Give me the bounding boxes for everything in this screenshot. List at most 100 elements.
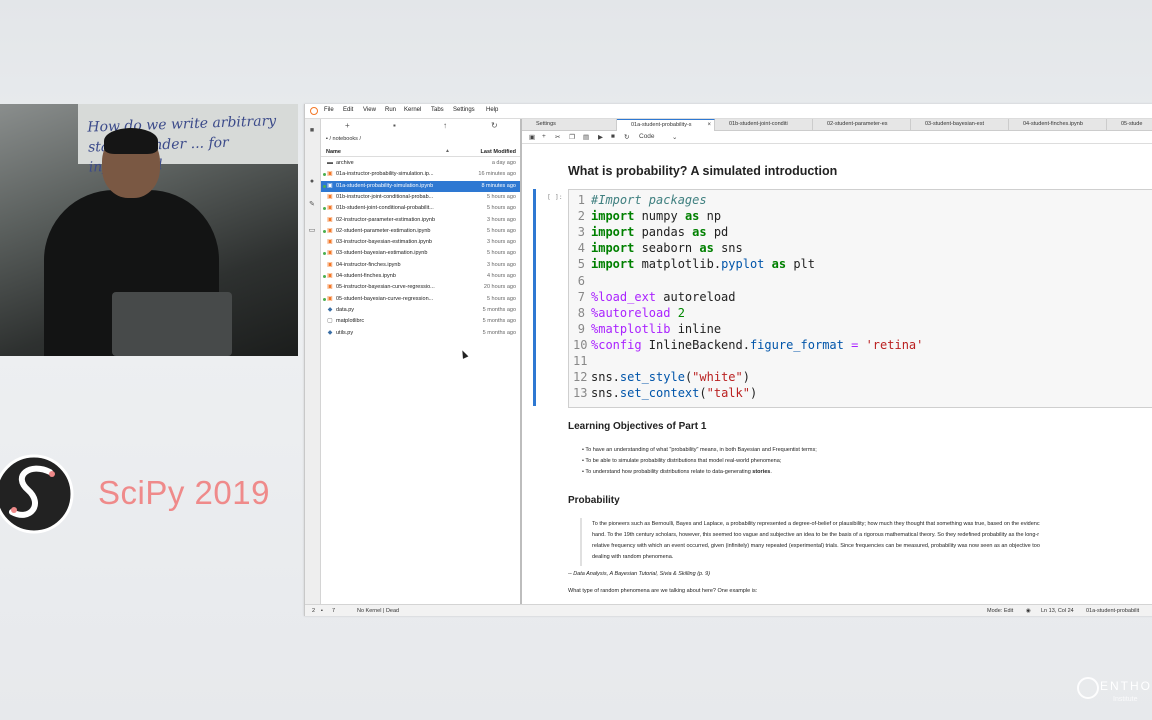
line-number: 9 <box>577 321 585 336</box>
run-icon[interactable]: ▶ <box>598 133 603 141</box>
shield-icon: ◉ <box>1026 608 1031 614</box>
notebook-icon: ▣ <box>327 216 333 223</box>
notebook-title: What is probability? A simulated introdu… <box>568 164 838 178</box>
menu-run[interactable]: Run <box>385 107 396 113</box>
status-bar: 2 ▪ 7 No Kernel | Dead Mode: Edit ◉ Ln 1… <box>305 604 1152 616</box>
close-icon[interactable]: × <box>707 120 711 131</box>
citation: -- Data Analysis, A Bayesian Tutorial, S… <box>568 571 711 577</box>
cursor-position[interactable]: Ln 13, Col 24 <box>1041 608 1074 614</box>
line-number: 8 <box>577 305 585 320</box>
column-modified-header[interactable]: Last Modified <box>481 149 516 155</box>
file-modified: 5 months ago <box>482 306 516 313</box>
notebook-icon: ▣ <box>327 239 333 246</box>
new-launcher-icon[interactable]: + <box>345 121 350 130</box>
blockquote: To the pioneers such as Bernoulli, Bayes… <box>580 518 1152 566</box>
notebook-icon: ▣ <box>327 171 333 178</box>
file-modified: 3 hours ago <box>486 216 516 223</box>
question-text: What type of random phenomena are we tal… <box>568 588 758 594</box>
code-editor[interactable]: 1 #Import packages 2 import numpy as np 3 imp… <box>568 189 1152 408</box>
tab-5[interactable]: 04-student-finches.ipynb <box>1009 119 1107 130</box>
tab-3[interactable]: 02-student-parameter-es <box>813 119 911 130</box>
paste-icon[interactable]: ▤ <box>583 133 589 141</box>
file-row[interactable]: ▢ matplotlibrc 5 months ago <box>321 316 520 327</box>
file-row[interactable]: ▣ 03-instructor-bayesian-estimation.ipynb… <box>321 237 520 248</box>
file-row[interactable]: ▣ 02-instructor-parameter-estimation.ipyn… <box>321 215 520 226</box>
restart-icon[interactable]: ↻ <box>624 133 629 141</box>
running-indicator-icon <box>323 275 326 278</box>
file-name: archive <box>336 160 354 166</box>
line-number: 11 <box>573 354 588 368</box>
file-modified: 5 months ago <box>482 329 516 336</box>
file-row[interactable]: ▣ 01a-instructor-probability-simulation.i… <box>321 169 520 180</box>
file-modified: 20 hours ago <box>483 284 516 291</box>
file-row[interactable]: ▣ 04-student-finches.ipynb 4 hours ago <box>321 271 520 282</box>
terminal-icon: ▪ <box>321 608 323 614</box>
menu-help[interactable]: Help <box>486 107 498 113</box>
chevron-down-icon[interactable]: ⌄ <box>672 133 677 141</box>
tab-6[interactable]: 05-stude <box>1107 119 1152 130</box>
new-folder-icon[interactable]: ▪ <box>393 121 396 130</box>
code-line: sns.set_style("white") <box>591 370 750 385</box>
kernel-status[interactable]: No Kernel | Dead <box>357 608 399 614</box>
file-modified: 3 hours ago <box>486 239 516 246</box>
cut-icon[interactable]: ✂ <box>555 133 560 141</box>
file-row[interactable]: ▣ 02-student-parameter-estimation.ipynb 5 … <box>321 226 520 237</box>
commands-icon[interactable]: ✎ <box>308 201 316 208</box>
file-row[interactable]: ◆ data.py 5 months ago <box>321 305 520 316</box>
file-row[interactable]: ▣ 01b-student-joint-conditional-probabili… <box>321 203 520 214</box>
tab-4[interactable]: 03-student-bayesian-est <box>911 119 1009 130</box>
file-row[interactable]: ▣ 04-instructor-finches.ipynb 3 hours ago <box>321 260 520 271</box>
file-row[interactable]: ▣ 03-student-bayesian-estimation.ipynb 5 h… <box>321 248 520 259</box>
code-cell[interactable]: [ ]: 1 #Import packages 2 import numpy as n… <box>533 189 1152 408</box>
menu-kernel[interactable]: Kernel <box>404 107 421 113</box>
tabs-icon[interactable]: ▭ <box>308 227 316 234</box>
speaker-hair <box>104 128 158 154</box>
notebook-icon: ▣ <box>327 250 333 257</box>
status-count[interactable]: 2 <box>312 608 315 614</box>
tab-2[interactable]: 01b-student-joint-conditi <box>715 119 813 130</box>
sort-caret-icon: ▲ <box>445 148 450 154</box>
status-count-2[interactable]: 7 <box>332 608 335 614</box>
file-row[interactable]: ◆ utils.py 5 months ago <box>321 328 520 339</box>
file-name: 01b-instructor-joint-conditional-probab.… <box>336 193 434 200</box>
running-indicator-icon <box>323 173 326 177</box>
tab-1[interactable]: 01a-student-probability-s × <box>617 119 715 131</box>
menu-tabs[interactable]: Tabs <box>431 107 444 113</box>
file-browser: + ▪ ↑ ↻ ▪ / notebooks / Name ▲ Last Modi… <box>321 119 522 604</box>
stop-icon[interactable]: ■ <box>611 133 615 140</box>
notebook-icon: ▣ <box>327 261 333 268</box>
insert-cell-icon[interactable]: + <box>542 133 546 140</box>
folder-icon[interactable]: ■ <box>308 127 316 134</box>
running-indicator-icon <box>323 229 326 233</box>
menu-edit[interactable]: Edit <box>343 107 353 113</box>
cell-prompt: [ ]: <box>547 193 563 201</box>
cell-type-select[interactable]: Code <box>639 133 655 140</box>
line-number: 4 <box>577 241 585 256</box>
probability-heading: Probability <box>568 495 620 506</box>
column-name-header[interactable]: Name <box>326 149 341 155</box>
menu-file[interactable]: File <box>324 107 334 113</box>
quote-line: hand. To the 19th century scholars, howe… <box>592 532 1040 538</box>
quote-line: dealing with random phenomena. <box>592 554 674 560</box>
file-name: 02-instructor-parameter-estimation.ipynb <box>336 216 436 223</box>
file-row[interactable]: ▣ 05-student-bayesian-curve-regression...… <box>321 294 520 305</box>
file-row[interactable]: ▬ archive a day ago <box>321 158 520 169</box>
refresh-icon[interactable]: ↻ <box>491 121 498 130</box>
objectives-heading: Learning Objectives of Part 1 <box>568 421 707 432</box>
tab-0[interactable]: Settings <box>522 119 617 130</box>
save-icon[interactable]: ▣ <box>529 133 535 141</box>
menu-view[interactable]: View <box>363 107 376 113</box>
file-row[interactable]: ▣ 05-instructor-bayesian-curve-regressio.… <box>321 282 520 293</box>
running-icon[interactable]: ● <box>308 178 316 185</box>
file-name: 05-instructor-bayesian-curve-regressio..… <box>336 284 435 291</box>
file-name: matplotlibrc <box>336 318 365 325</box>
menu-settings[interactable]: Settings <box>453 107 475 113</box>
upload-icon[interactable]: ↑ <box>443 121 447 130</box>
notebook-icon: ▣ <box>327 193 333 200</box>
breadcrumb[interactable]: ▪ / notebooks / <box>326 136 361 142</box>
file-row[interactable]: ▣ 01b-instructor-joint-conditional-probab… <box>321 192 520 203</box>
status-filename: 01a-student-probabilit <box>1086 608 1140 614</box>
running-indicator-icon <box>323 184 326 188</box>
file-row[interactable]: ▣ 01a-student-probability-simulation.ipyn… <box>321 180 520 192</box>
copy-icon[interactable]: ❐ <box>569 133 575 141</box>
